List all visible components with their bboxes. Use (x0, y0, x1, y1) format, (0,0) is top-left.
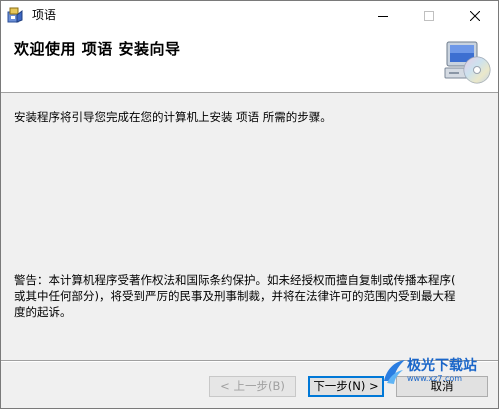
warning-line: 或其中任何部分)，将受到严厉的民事及刑事制裁，并将在法律许可的范围内受到最大程 (14, 289, 456, 303)
intro-text: 安装程序将引导您完成在您的计算机上安装 项语 所需的步骤。 (14, 110, 332, 124)
installer-window: 项语 欢迎使用 项语 安装向导 安装程序将引导您完成在您的计算机上安装 项语 所… (0, 0, 499, 409)
window-title: 项语 (32, 8, 57, 22)
maximize-button[interactable] (406, 1, 452, 30)
close-icon (470, 10, 480, 21)
next-button[interactable]: 下一步(N) > (308, 376, 384, 397)
warning-line: 警告：本计算机程序受著作权法和国际条约保护。如未经授权而擅自复制或传播本程序( (14, 273, 456, 287)
watermark-url: www.xz7.com (407, 374, 463, 383)
title-bar[interactable]: 项语 (1, 1, 498, 30)
minimize-icon (378, 15, 388, 17)
maximize-icon (424, 10, 434, 21)
wizard-header: 欢迎使用 项语 安装向导 (1, 30, 498, 93)
watermark-name: 极光下载站 (407, 358, 477, 374)
back-button[interactable]: < 上一步(B) (209, 376, 296, 397)
warning-line: 度的起诉。 (14, 305, 72, 319)
watermark-logo: 极光下载站 www.xz7.com (381, 353, 497, 391)
watermark-swirl-icon (384, 360, 405, 384)
close-button[interactable] (452, 1, 498, 30)
minimize-button[interactable] (360, 1, 406, 30)
installer-package-icon (6, 6, 24, 24)
wizard-title: 欢迎使用 项语 安装向导 (14, 40, 181, 58)
computer-cd-icon (443, 38, 493, 86)
copyright-warning: 警告：本计算机程序受著作权法和国际条约保护。如未经授权而擅自复制或传播本程序( … (14, 272, 489, 320)
